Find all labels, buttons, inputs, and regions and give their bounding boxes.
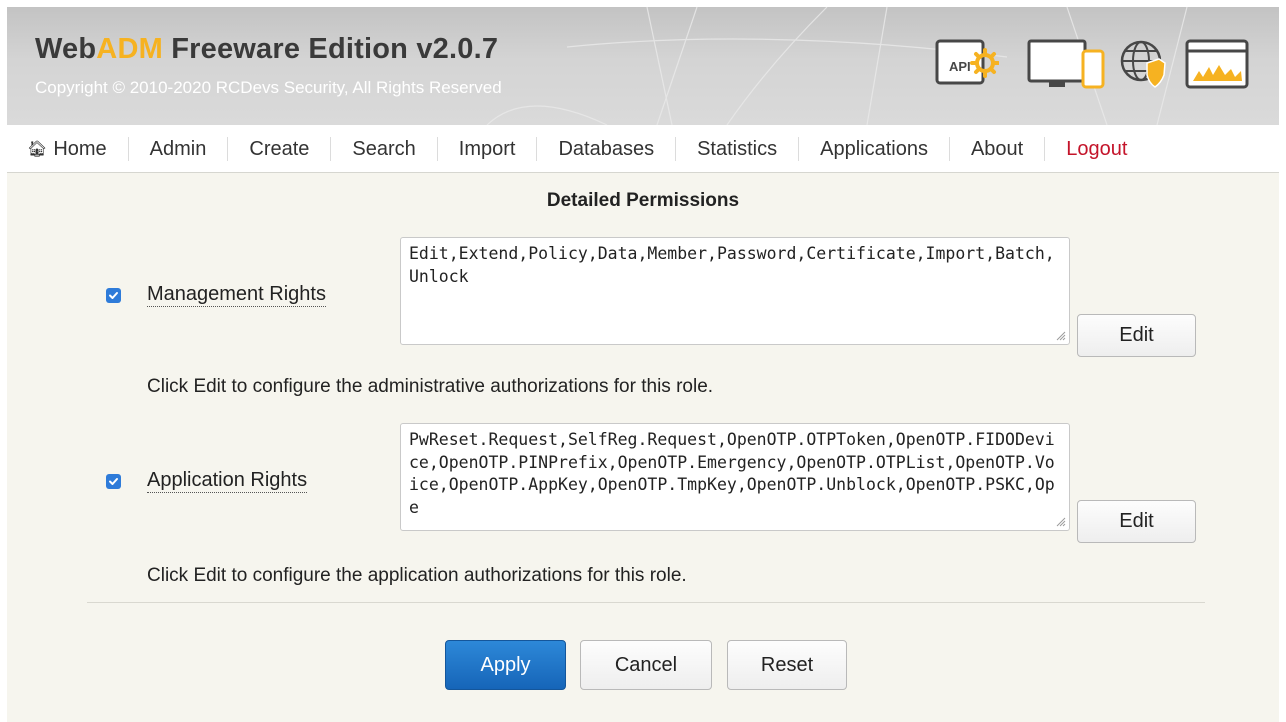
nav-admin[interactable]: Admin [129, 136, 229, 161]
application-rights-checkbox[interactable] [106, 474, 121, 489]
application-rights-value: PwReset.Request,SelfReg.Request,OpenOTP.… [409, 430, 1055, 517]
resize-grip-icon[interactable] [1055, 330, 1066, 341]
home-icon: 🏠︎ [27, 140, 48, 158]
nav-logout[interactable]: Logout [1045, 137, 1148, 161]
webadm-window: WebADM Freeware Edition v2.0.7 Copyright… [7, 7, 1279, 722]
management-edit-button[interactable]: Edit [1077, 314, 1196, 357]
application-help-text: Click Edit to configure the application … [147, 565, 687, 586]
nav-applications[interactable]: Applications [799, 136, 950, 161]
app-header: WebADM Freeware Edition v2.0.7 Copyright… [7, 7, 1279, 125]
management-rights-value: Edit,Extend,Policy,Data,Member,Password,… [409, 244, 1055, 286]
management-rights-checkbox[interactable] [106, 288, 121, 303]
cancel-button[interactable]: Cancel [580, 640, 712, 690]
nav-home[interactable]: 🏠︎ Home [7, 136, 129, 161]
api-gear-icon: API [935, 37, 1000, 94]
nav-import[interactable]: Import [438, 136, 538, 161]
api-label: API [949, 59, 971, 74]
nav-statistics[interactable]: Statistics [676, 136, 800, 161]
nav-databases[interactable]: Databases [537, 136, 677, 161]
management-rights-label: Management Rights [147, 283, 326, 307]
globe-shield-icon [1117, 37, 1169, 96]
checkmark-icon [109, 292, 118, 299]
copyright-text: Copyright © 2010-2020 RCDevs Security, A… [35, 78, 502, 97]
nav-create[interactable]: Create [228, 136, 332, 161]
checkmark-icon [109, 478, 118, 485]
application-rights-textarea[interactable]: PwReset.Request,SelfReg.Request,OpenOTP.… [400, 423, 1070, 531]
application-edit-button[interactable]: Edit [1077, 500, 1196, 543]
browser-flame-icon [1185, 37, 1251, 96]
section-divider [87, 602, 1205, 603]
application-rights-label: Application Rights [147, 469, 308, 493]
nav-home-label: Home [53, 137, 107, 160]
management-help-text: Click Edit to configure the administrati… [147, 376, 714, 397]
devices-icon [1027, 37, 1107, 96]
reset-button[interactable]: Reset [727, 640, 847, 690]
nav-about[interactable]: About [950, 136, 1046, 161]
resize-grip-icon[interactable] [1055, 516, 1066, 527]
apply-button[interactable]: Apply [445, 640, 566, 690]
nav-search[interactable]: Search [331, 136, 438, 161]
management-rights-textarea[interactable]: Edit,Extend,Policy,Data,Member,Password,… [400, 237, 1070, 345]
main-nav: 🏠︎ Home Admin Create Search Import Databa… [7, 125, 1279, 173]
app-title: WebADM Freeware Edition v2.0.7 [35, 33, 499, 65]
section-title: Detailed Permissions [546, 190, 740, 211]
